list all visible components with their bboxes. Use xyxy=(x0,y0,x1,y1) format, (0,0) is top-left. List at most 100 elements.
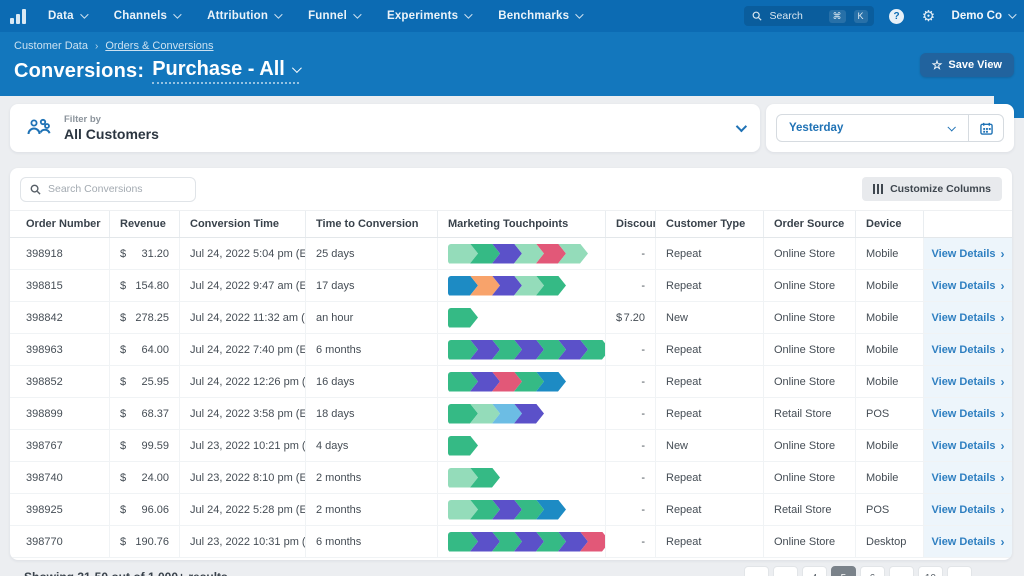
customer-filter-dropdown[interactable]: Filter by All Customers xyxy=(10,104,760,152)
nav-item-data[interactable]: Data xyxy=(48,10,86,22)
view-details-label: View Details xyxy=(932,280,996,292)
time-to-conversion-cell: 6 months xyxy=(306,526,438,557)
save-view-label: Save View xyxy=(948,59,1002,71)
breadcrumb-current-link[interactable]: Orders & Conversions xyxy=(105,40,213,52)
conversion-time-cell: Jul 24, 2022 5:28 pm (EDT) xyxy=(180,494,306,525)
page-button-‹[interactable]: ‹ xyxy=(773,566,798,576)
chevron-down-icon xyxy=(736,121,747,132)
device-cell: POS xyxy=(856,398,924,429)
table-body: 398918$31.20Jul 24, 2022 5:04 pm (EDT)25… xyxy=(10,238,1012,558)
touchpoint-strip xyxy=(448,436,478,456)
nav-item-attribution[interactable]: Attribution xyxy=(207,10,280,22)
revenue-amount: 24.00 xyxy=(141,472,169,484)
page-title: Conversions: xyxy=(14,60,144,83)
search-icon xyxy=(30,184,41,195)
shortcut-cmd-key: ⌘ xyxy=(829,10,846,23)
pagination: « ‹ 456 › 10 » xyxy=(744,566,972,576)
revenue-cell: $190.76 xyxy=(110,526,180,557)
marketing-touchpoints-cell xyxy=(438,366,606,397)
nav-item-experiments[interactable]: Experiments xyxy=(387,10,470,22)
global-search-input[interactable]: Search ⌘ K xyxy=(744,6,874,26)
customize-columns-button[interactable]: Customize Columns xyxy=(862,177,1002,201)
marketing-touchpoints-cell xyxy=(438,270,606,301)
device-cell: POS xyxy=(856,494,924,525)
view-details-label: View Details xyxy=(932,536,996,548)
date-range-value[interactable]: Yesterday xyxy=(777,122,948,134)
marketing-touchpoints-cell xyxy=(438,238,606,269)
view-details-link[interactable]: View Details› xyxy=(924,462,1012,493)
help-button[interactable]: ? xyxy=(888,7,906,25)
device-cell: Mobile xyxy=(856,270,924,301)
nav-item-channels[interactable]: Channels xyxy=(114,10,179,22)
chevron-down-icon[interactable] xyxy=(947,123,955,131)
page-button-›[interactable]: › xyxy=(889,566,914,576)
chevron-right-icon: › xyxy=(1001,503,1005,517)
search-conversions-input[interactable] xyxy=(48,183,186,195)
global-search-placeholder: Search xyxy=(770,10,821,22)
view-details-link[interactable]: View Details› xyxy=(924,334,1012,365)
view-details-link[interactable]: View Details› xyxy=(924,270,1012,301)
conversion-time-cell: Jul 24, 2022 5:04 pm (EDT) xyxy=(180,238,306,269)
discount-cell: - xyxy=(606,526,656,557)
shortcut-k-key: K xyxy=(854,10,868,23)
chevron-right-icon: › xyxy=(1001,343,1005,357)
touchpoint-strip xyxy=(448,340,606,360)
page-button-6[interactable]: 6 xyxy=(860,566,885,576)
breadcrumb: Customer Data › Orders & Conversions xyxy=(14,40,1010,52)
results-summary: Showing 31-50 out of 1,000+ results xyxy=(24,570,228,576)
date-range-card: Yesterday xyxy=(766,104,1014,152)
page-button-4[interactable]: 4 xyxy=(802,566,827,576)
page-button-«[interactable]: « xyxy=(744,566,769,576)
discount-amount: 7.20 xyxy=(624,312,645,324)
view-details-link[interactable]: View Details› xyxy=(924,366,1012,397)
save-view-button[interactable]: ☆ Save View xyxy=(920,53,1014,77)
order-source-cell: Online Store xyxy=(764,526,856,557)
filter-labels: Filter by All Customers xyxy=(64,114,159,142)
nav-item-benchmarks[interactable]: Benchmarks xyxy=(498,10,581,22)
view-details-link[interactable]: View Details› xyxy=(924,238,1012,269)
order-number-cell: 398767 xyxy=(16,430,110,461)
view-details-link[interactable]: View Details› xyxy=(924,398,1012,429)
chevron-down-icon xyxy=(173,10,181,18)
discount-empty: - xyxy=(641,344,645,356)
device-cell: Mobile xyxy=(856,302,924,333)
order-number-cell: 398852 xyxy=(16,366,110,397)
discount-empty: - xyxy=(641,440,645,452)
table-row: 398770$190.76Jul 23, 2022 10:31 pm (EDT)… xyxy=(10,526,1012,558)
view-details-label: View Details xyxy=(932,472,996,484)
breadcrumb-parent-link[interactable]: Customer Data xyxy=(14,40,88,52)
customize-columns-label: Customize Columns xyxy=(890,183,991,195)
touchpoint-chevron-green xyxy=(448,436,478,456)
revenue-cell: $96.06 xyxy=(110,494,180,525)
conversion-type-dropdown[interactable]: Purchase - All xyxy=(152,58,299,84)
nav-item-funnel[interactable]: Funnel xyxy=(308,10,359,22)
revenue-cell: $154.80 xyxy=(110,270,180,301)
view-details-link[interactable]: View Details› xyxy=(924,526,1012,557)
discount-empty: - xyxy=(641,536,645,548)
app-logo-icon[interactable] xyxy=(10,8,26,24)
page-button-»[interactable]: » xyxy=(947,566,972,576)
revenue-amount: 68.37 xyxy=(141,408,169,420)
discount-empty: - xyxy=(641,248,645,260)
customer-type-cell: Repeat xyxy=(656,366,764,397)
revenue-amount: 154.80 xyxy=(135,280,169,292)
customer-type-cell: Repeat xyxy=(656,334,764,365)
view-details-link[interactable]: View Details› xyxy=(924,430,1012,461)
view-details-link[interactable]: View Details› xyxy=(924,302,1012,333)
chevron-right-icon: › xyxy=(1001,311,1005,325)
page-button-5[interactable]: 5 xyxy=(831,566,856,576)
page-button-10[interactable]: 10 xyxy=(918,566,943,576)
currency-symbol: $ xyxy=(120,440,126,452)
nav-item-label: Channels xyxy=(114,10,167,22)
chevron-right-icon: › xyxy=(1001,407,1005,421)
star-icon: ☆ xyxy=(932,59,943,71)
marketing-touchpoints-cell xyxy=(438,398,606,429)
discount-empty: - xyxy=(641,408,645,420)
account-menu[interactable]: Demo Co xyxy=(952,10,1014,22)
touchpoint-strip xyxy=(448,308,478,328)
view-details-link[interactable]: View Details› xyxy=(924,494,1012,525)
settings-button[interactable]: ⚙ xyxy=(920,7,938,25)
calendar-button[interactable] xyxy=(969,115,1003,141)
view-details-label: View Details xyxy=(932,248,996,260)
search-icon xyxy=(752,11,762,21)
